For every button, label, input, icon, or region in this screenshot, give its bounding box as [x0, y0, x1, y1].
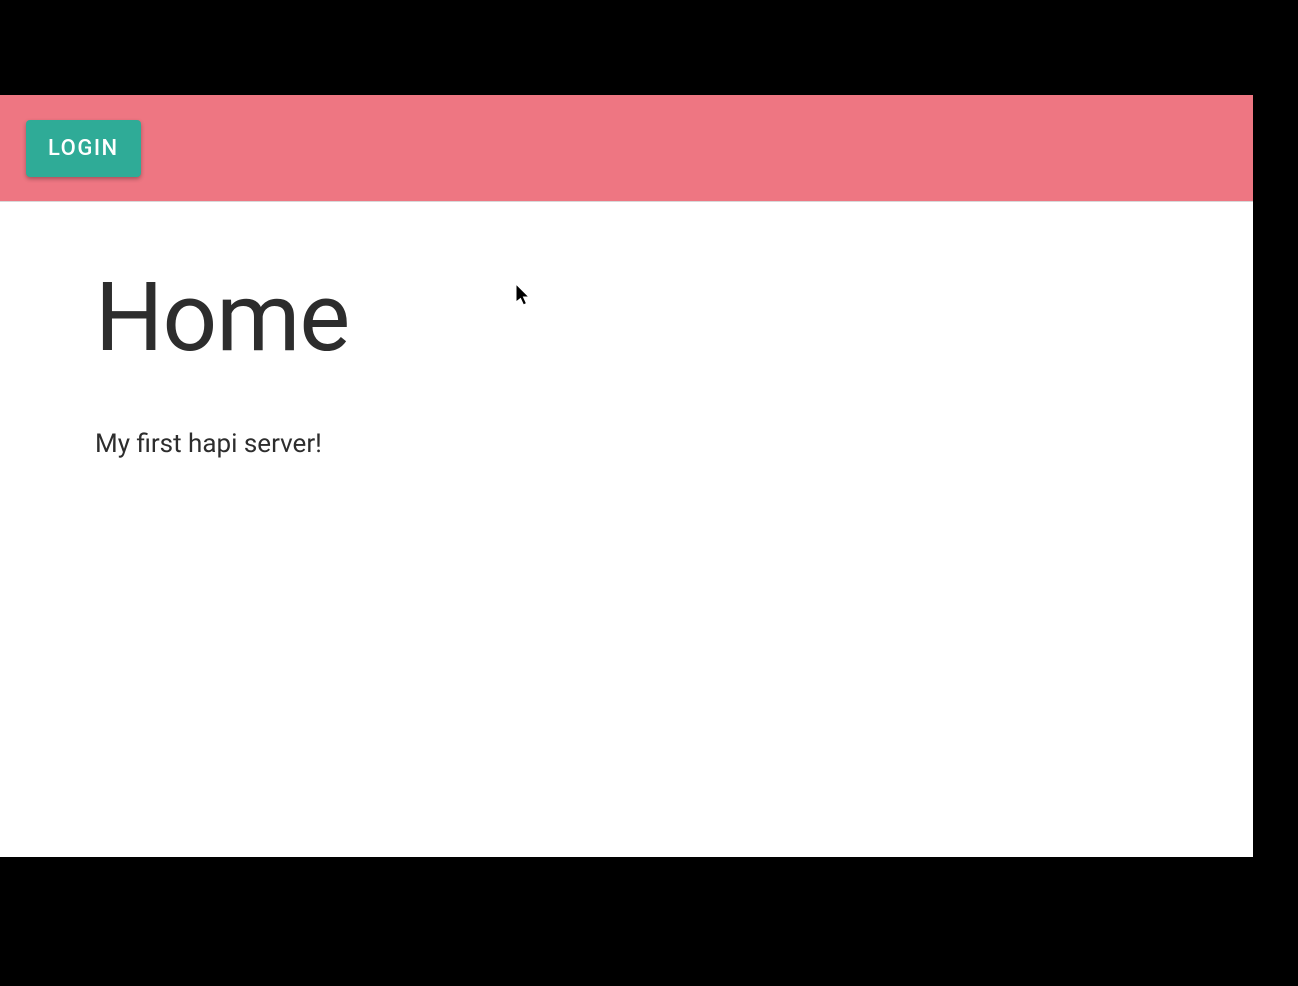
app-viewport: LOGIN Home My first hapi server!	[0, 95, 1253, 857]
login-button[interactable]: LOGIN	[26, 120, 141, 177]
main-content: Home My first hapi server!	[0, 202, 1253, 519]
page-body-text: My first hapi server!	[95, 429, 1158, 459]
page-title: Home	[95, 262, 1158, 374]
header-bar: LOGIN	[0, 95, 1253, 202]
